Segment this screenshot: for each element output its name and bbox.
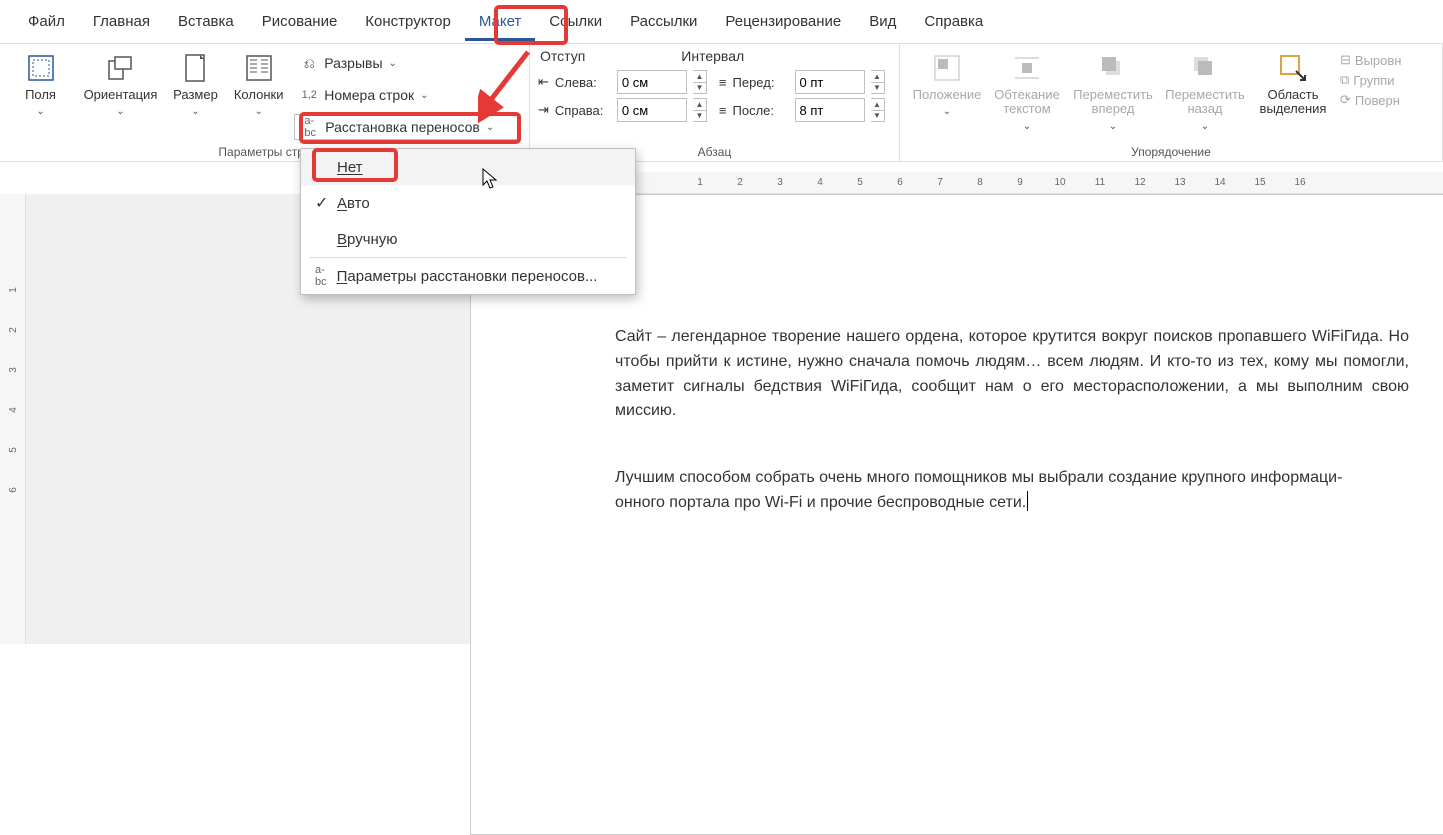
spacing-title: Интервал	[681, 48, 744, 64]
indent-left-spinner[interactable]: ▲▼	[693, 70, 707, 94]
indent-right-input[interactable]	[617, 98, 687, 122]
group-arrange: Положение ⌄ Обтекание текстом ⌄ Перемест…	[900, 44, 1443, 161]
line-numbers-button[interactable]: 1,2 Номера строк ⌄	[294, 82, 521, 108]
wrap-button[interactable]: Обтекание текстом ⌄	[988, 48, 1066, 132]
tab-design[interactable]: Конструктор	[351, 3, 465, 40]
orientation-icon	[104, 52, 136, 84]
chevron-down-icon: ⌄	[191, 106, 199, 117]
group-paragraph: Отступ Интервал ⇤ Слева: ▲▼ ⇥ Справа:	[530, 44, 900, 161]
hyphenation-manual[interactable]: Вручную	[301, 221, 635, 257]
indent-left-icon: ⇤	[538, 74, 549, 90]
indent-right-spinner[interactable]: ▲▼	[693, 98, 707, 122]
hyphenation-label: Расстановка переносов	[325, 119, 480, 135]
line-numbers-label: Номера строк	[324, 87, 414, 103]
space-after-label: После:	[733, 103, 789, 118]
forward-label: Переместить вперед	[1068, 88, 1158, 117]
hyphenation-auto[interactable]: Авто	[301, 185, 635, 221]
tab-mailings[interactable]: Рассылки	[616, 3, 711, 40]
group-icon: ⧉	[1340, 72, 1349, 88]
space-after-icon: ≡	[719, 103, 727, 118]
orientation-label: Ориентация	[84, 88, 158, 102]
align-icon: ⊟	[1340, 52, 1351, 68]
tab-review[interactable]: Рецензирование	[711, 3, 855, 40]
tab-help[interactable]: Справка	[910, 3, 997, 40]
align-button[interactable]: ⊟ Выровн	[1340, 52, 1401, 68]
indent-left-label: Слева:	[555, 75, 611, 90]
document-area: Сайт – легендарное творение нашего орден…	[26, 194, 1443, 644]
tab-home[interactable]: Главная	[79, 3, 164, 40]
space-before-spinner[interactable]: ▲▼	[871, 70, 885, 94]
rotate-button[interactable]: ⟳ Поверн	[1340, 92, 1401, 108]
hyphenation-none[interactable]: Нет	[301, 149, 635, 185]
chevron-down-icon: ⌄	[420, 90, 428, 101]
paragraph-2: Лучшим способом собрать очень много помо…	[615, 466, 1409, 516]
hyphenation-icon: a-bc	[301, 118, 319, 136]
size-label: Размер	[173, 88, 218, 102]
chevron-down-icon: ⌄	[116, 106, 124, 117]
rotate-icon: ⟳	[1340, 92, 1351, 108]
orientation-button[interactable]: Ориентация ⌄	[79, 48, 162, 117]
selection-pane-button[interactable]: Область выделения	[1252, 48, 1334, 132]
breaks-icon: ⎌	[300, 54, 318, 72]
size-icon	[179, 52, 211, 84]
tab-layout[interactable]: Макет	[465, 3, 535, 40]
tab-insert[interactable]: Вставка	[164, 3, 248, 40]
position-button[interactable]: Положение ⌄	[908, 48, 986, 132]
space-before-icon: ≡	[719, 75, 727, 90]
space-before-input[interactable]	[795, 70, 865, 94]
margins-button[interactable]: Поля ⌄	[8, 48, 73, 117]
columns-label: Колонки	[234, 88, 284, 102]
hyphenation-settings-icon: a-bc	[315, 264, 327, 288]
chevron-down-icon: ⌄	[36, 106, 44, 117]
tab-file[interactable]: Файл	[14, 3, 79, 40]
columns-button[interactable]: Колонки ⌄	[229, 48, 288, 117]
space-before-label: Перед:	[733, 75, 789, 90]
space-after-spinner[interactable]: ▲▼	[871, 98, 885, 122]
selection-label: Область выделения	[1252, 88, 1334, 117]
chevron-down-icon: ⌄	[389, 58, 397, 69]
tab-draw[interactable]: Рисование	[248, 3, 352, 40]
chevron-down-icon: ⌄	[486, 122, 494, 133]
position-icon	[931, 52, 963, 84]
tab-references[interactable]: Ссылки	[535, 3, 616, 40]
breaks-label: Разрывы	[324, 55, 382, 71]
size-button[interactable]: Размер ⌄	[168, 48, 223, 117]
menu-bar: Файл Главная Вставка Рисование Конструкт…	[0, 0, 1443, 44]
wrap-icon	[1011, 52, 1043, 84]
breaks-button[interactable]: ⎌ Разрывы ⌄	[294, 50, 521, 76]
indent-left-input[interactable]	[617, 70, 687, 94]
position-label: Положение	[913, 88, 982, 102]
rotate-label: Поверн	[1355, 93, 1400, 108]
indent-title: Отступ	[540, 48, 585, 64]
forward-icon	[1097, 52, 1129, 84]
hyphenation-options[interactable]: a-bc Параметры расстановки переносов...	[301, 258, 635, 294]
tab-view[interactable]: Вид	[855, 3, 910, 40]
ribbon: Поля ⌄ Ориентация ⌄ Размер ⌄	[0, 44, 1443, 162]
align-label: Выровн	[1355, 53, 1402, 68]
group-label: Группи	[1353, 73, 1394, 88]
group-button[interactable]: ⧉ Группи	[1340, 72, 1401, 88]
margins-label: Поля	[25, 88, 56, 102]
backward-button[interactable]: Переместить назад ⌄	[1160, 48, 1250, 132]
hyphenation-button[interactable]: a-bc Расстановка переносов ⌄	[294, 114, 521, 140]
chevron-down-icon: ⌄	[254, 106, 262, 117]
forward-button[interactable]: Переместить вперед ⌄	[1068, 48, 1158, 132]
text-caret	[1027, 491, 1028, 511]
line-numbers-icon: 1,2	[300, 86, 318, 104]
group-page-setup: Поля ⌄ Ориентация ⌄ Размер ⌄	[0, 44, 530, 161]
margins-icon	[25, 52, 57, 84]
backward-label: Переместить назад	[1160, 88, 1250, 117]
indent-right-icon: ⇥	[538, 102, 549, 118]
selection-icon	[1277, 52, 1309, 84]
vertical-ruler[interactable]: 123456	[0, 194, 26, 644]
hyphenation-dropdown: Нет Авто Вручную a-bc Параметры расстано…	[300, 148, 636, 295]
space-after-input[interactable]	[795, 98, 865, 122]
indent-right-label: Справа:	[555, 103, 611, 118]
paragraph-1: Сайт – легендарное творение нашего орден…	[615, 325, 1409, 424]
arrange-group-label: Упорядочение	[908, 143, 1434, 159]
columns-icon	[243, 52, 275, 84]
backward-icon	[1189, 52, 1221, 84]
wrap-label: Обтекание текстом	[988, 88, 1066, 117]
